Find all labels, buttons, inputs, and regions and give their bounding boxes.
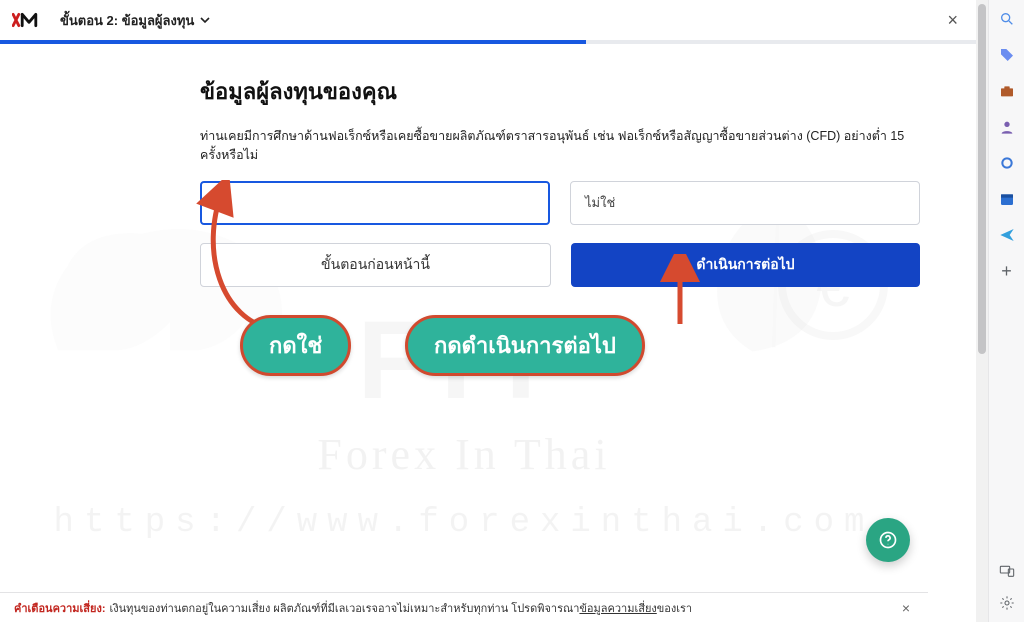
- scrollbar-track[interactable]: [976, 0, 988, 622]
- option-yes[interactable]: ใช่: [200, 181, 550, 225]
- risk-text-b: ของเรา: [657, 599, 692, 617]
- help-chat-button[interactable]: [866, 518, 910, 562]
- scrollbar-thumb[interactable]: [978, 4, 986, 354]
- search-icon[interactable]: [998, 10, 1016, 28]
- risk-warning-bar: คำเตือนความเสี่ยง: เงินทุนของท่านตกอยู่ใ…: [0, 592, 928, 622]
- question-text: ท่านเคยมีการศึกษาด้านฟอเร็กซ์หรือเคยซื้อ…: [200, 127, 920, 165]
- option-no[interactable]: ไม่ใช่: [570, 181, 920, 225]
- close-button[interactable]: ×: [941, 6, 964, 35]
- xm-logo: [12, 11, 46, 29]
- option-no-label: ไม่ใช่: [585, 192, 615, 213]
- chevron-down-icon: [200, 13, 210, 28]
- plus-icon[interactable]: +: [998, 262, 1016, 280]
- send-icon[interactable]: [998, 226, 1016, 244]
- risk-link[interactable]: ข้อมูลความเสี่ยง: [579, 599, 656, 617]
- browser-side-toolbar: +: [988, 0, 1024, 622]
- modal-header: ขั้นตอน 2: ข้อมูลผู้ลงทุน ×: [0, 0, 976, 40]
- page-title: ข้อมูลผู้ลงทุนของคุณ: [200, 74, 920, 109]
- briefcase-icon[interactable]: [998, 82, 1016, 100]
- step-label-text: ขั้นตอน 2: ข้อมูลผู้ลงทุน: [60, 10, 194, 31]
- devices-icon[interactable]: [998, 562, 1016, 580]
- risk-text-a: เงินทุนของท่านตกอยู่ในความเสี่ยง ผลิตภัณ…: [109, 599, 579, 617]
- circle-icon[interactable]: [998, 154, 1016, 172]
- help-icon: [878, 530, 898, 550]
- settings-icon[interactable]: [998, 594, 1016, 612]
- next-step-button[interactable]: ดำเนินการต่อไป: [571, 243, 920, 287]
- calendar-icon[interactable]: [998, 190, 1016, 208]
- option-yes-label: ใช่: [215, 192, 230, 213]
- prev-step-label: ขั้นตอนก่อนหน้านี้: [321, 254, 430, 276]
- user-icon[interactable]: [998, 118, 1016, 136]
- step-dropdown[interactable]: ขั้นตอน 2: ข้อมูลผู้ลงทุน: [60, 10, 210, 31]
- tag-icon[interactable]: [998, 46, 1016, 64]
- prev-step-button[interactable]: ขั้นตอนก่อนหน้านี้: [200, 243, 551, 287]
- next-step-label: ดำเนินการต่อไป: [696, 254, 794, 276]
- risk-label: คำเตือนความเสี่ยง:: [14, 599, 105, 617]
- risk-close-button[interactable]: ×: [898, 598, 914, 618]
